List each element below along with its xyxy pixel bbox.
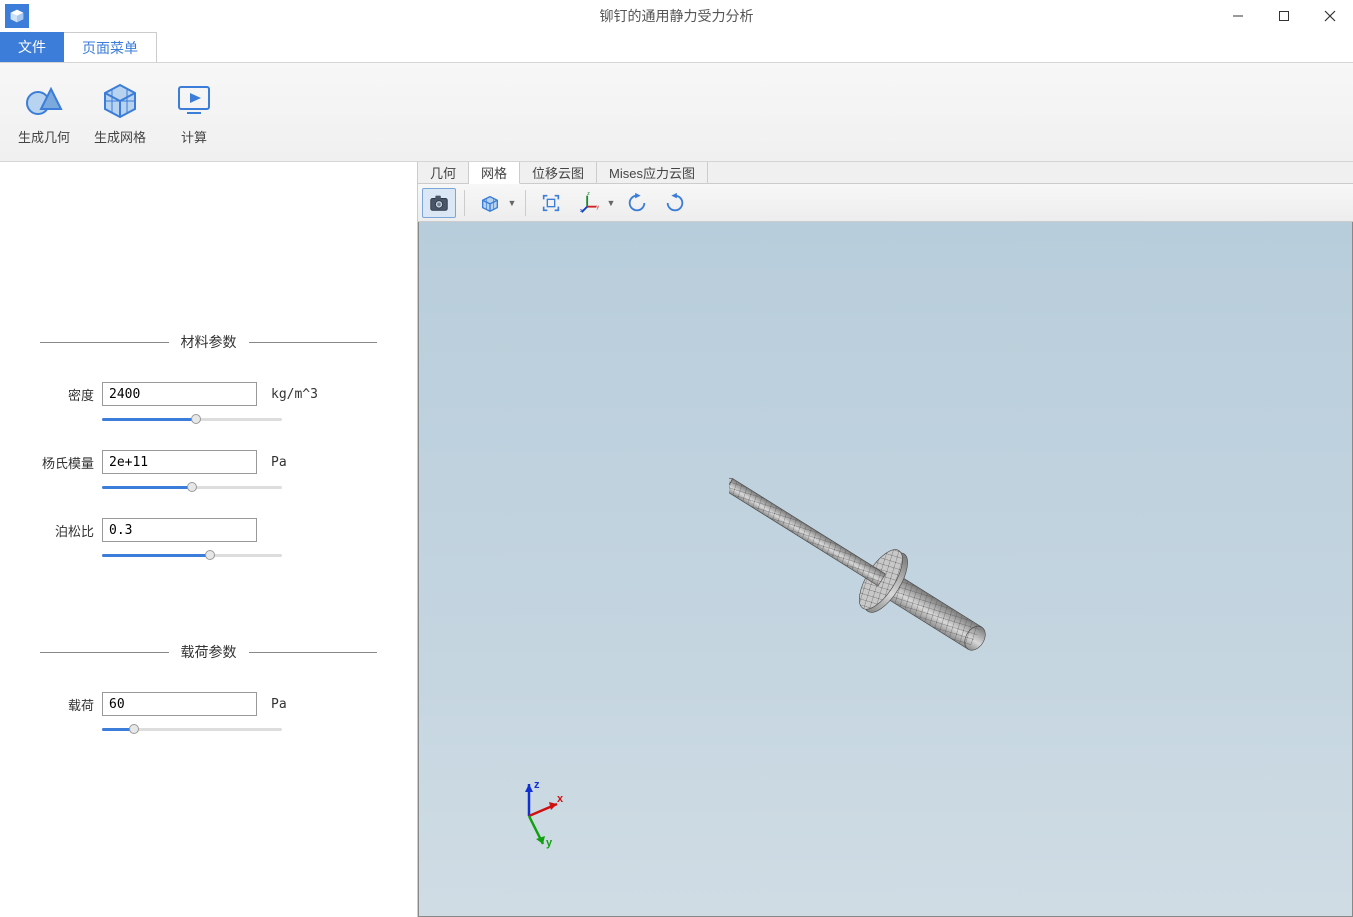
material-heading: 材料参数 <box>40 332 377 352</box>
minimize-button[interactable] <box>1215 0 1261 32</box>
compute-icon <box>173 79 215 121</box>
compute-label: 计算 <box>181 127 207 146</box>
load-section: 载荷参数 载荷 Pa <box>40 642 377 736</box>
generate-mesh-label: 生成网格 <box>94 127 146 146</box>
svg-text:x: x <box>557 793 564 805</box>
generate-geometry-button[interactable]: 生成几何 <box>12 75 76 150</box>
youngs-label: 杨氏模量 <box>40 453 94 472</box>
youngs-input[interactable] <box>102 450 257 474</box>
svg-text:x: x <box>580 208 583 214</box>
zoom-extent-icon <box>540 192 562 214</box>
rotate-ccw-button[interactable] <box>620 188 654 218</box>
transparency-button[interactable] <box>473 188 507 218</box>
close-button[interactable] <box>1307 0 1353 32</box>
density-slider[interactable] <box>102 412 282 426</box>
tab-mesh[interactable]: 网格 <box>469 162 520 184</box>
load-unit: Pa <box>271 697 287 712</box>
load-row: 载荷 Pa <box>40 692 377 736</box>
zoom-extent-button[interactable] <box>534 188 568 218</box>
tab-file[interactable]: 文件 <box>0 32 64 62</box>
transparency-icon <box>479 192 501 214</box>
tab-page-menu[interactable]: 页面菜单 <box>64 32 157 62</box>
ribbon-toolbar: 生成几何 生成网格 计算 <box>0 62 1353 162</box>
maximize-button[interactable] <box>1261 0 1307 32</box>
compute-button[interactable]: 计算 <box>164 75 224 150</box>
youngs-unit: Pa <box>271 455 287 470</box>
view-tabs: 几何 网格 位移云图 Mises应力云图 <box>418 162 1353 184</box>
generate-geometry-label: 生成几何 <box>18 127 70 146</box>
camera-button[interactable] <box>422 188 456 218</box>
generate-mesh-button[interactable]: 生成网格 <box>88 75 152 150</box>
density-label: 密度 <box>40 385 94 404</box>
rotate-ccw-icon <box>626 192 648 214</box>
svg-text:z: z <box>587 192 590 197</box>
axes-button[interactable]: z y x <box>572 188 606 218</box>
axes-dropdown[interactable]: ▼ <box>606 198 616 208</box>
menu-tabs: 文件 页面菜单 <box>0 32 1353 62</box>
density-unit: kg/m^3 <box>271 387 318 402</box>
svg-text:y: y <box>596 204 599 210</box>
poisson-label: 泊松比 <box>40 521 94 540</box>
youngs-modulus-row: 杨氏模量 Pa <box>40 450 377 494</box>
main-content: 材料参数 密度 kg/m^3 杨氏模量 P <box>0 162 1353 917</box>
density-row: 密度 kg/m^3 <box>40 382 377 426</box>
axis-gizmo: z x y <box>499 776 579 856</box>
svg-text:z: z <box>534 779 540 791</box>
rotate-cw-icon <box>664 192 686 214</box>
load-slider[interactable] <box>102 722 282 736</box>
poisson-input[interactable] <box>102 518 257 542</box>
camera-icon <box>428 192 450 214</box>
tab-displacement[interactable]: 位移云图 <box>520 162 597 183</box>
poisson-slider[interactable] <box>102 548 282 562</box>
viewport-panel: 几何 网格 位移云图 Mises应力云图 <box>418 162 1353 917</box>
load-input[interactable] <box>102 692 257 716</box>
viewport-3d[interactable]: z x y <box>418 222 1353 917</box>
geometry-icon <box>23 79 65 121</box>
rotate-cw-button[interactable] <box>658 188 692 218</box>
material-section: 材料参数 密度 kg/m^3 杨氏模量 P <box>40 332 377 562</box>
youngs-slider[interactable] <box>102 480 282 494</box>
parameter-panel: 材料参数 密度 kg/m^3 杨氏模量 P <box>0 162 418 917</box>
tab-mises[interactable]: Mises应力云图 <box>597 162 708 183</box>
tab-geometry[interactable]: 几何 <box>418 162 469 183</box>
transparency-dropdown[interactable]: ▼ <box>507 198 517 208</box>
density-input[interactable] <box>102 382 257 406</box>
load-label: 载荷 <box>40 695 94 714</box>
titlebar: 铆钉的通用静力受力分析 <box>0 0 1353 32</box>
mesh-icon <box>99 79 141 121</box>
rivet-mesh <box>729 392 1009 752</box>
load-heading: 载荷参数 <box>40 642 377 662</box>
poisson-row: 泊松比 <box>40 518 377 562</box>
window-controls <box>1215 0 1353 32</box>
view-toolbar: ▼ z y x <box>418 184 1353 222</box>
axes-icon: z y x <box>578 192 600 214</box>
svg-text:y: y <box>546 837 553 849</box>
app-icon <box>5 4 29 28</box>
window-title: 铆钉的通用静力受力分析 <box>0 6 1353 26</box>
